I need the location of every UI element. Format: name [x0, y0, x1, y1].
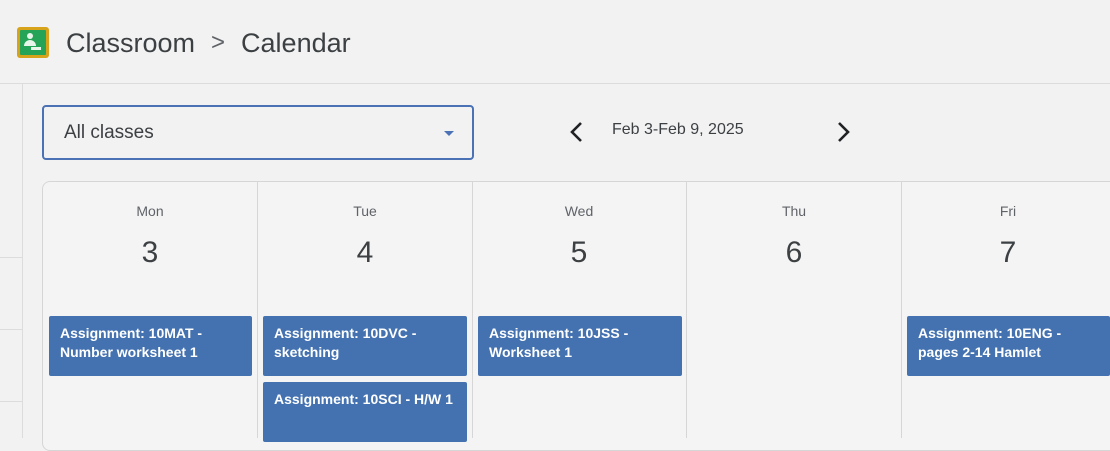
- day-date-thu[interactable]: 6: [764, 236, 824, 270]
- breadcrumb-root[interactable]: Classroom: [66, 28, 195, 59]
- day-date-wed[interactable]: 5: [549, 236, 609, 270]
- classroom-teacher-body: [24, 40, 36, 46]
- calendar-event[interactable]: Assignment: 10SCI - H/W 1: [263, 382, 467, 442]
- day-column-divider: [472, 181, 473, 438]
- day-column-divider: [257, 181, 258, 438]
- side-rail-divider: [0, 401, 22, 402]
- previous-week-button[interactable]: [562, 116, 592, 148]
- side-rail-divider: [22, 84, 23, 438]
- breadcrumb: Classroom > Calendar: [66, 24, 351, 62]
- class-filter-select[interactable]: All classes: [42, 105, 474, 160]
- day-name-wed: Wed: [564, 203, 594, 219]
- classroom-board-ledge: [31, 47, 41, 50]
- chevron-right-icon: [838, 122, 850, 142]
- calendar-event[interactable]: Assignment: 10MAT - Number worksheet 1: [49, 316, 252, 376]
- chevron-left-icon: [570, 122, 582, 142]
- next-week-button[interactable]: [828, 116, 858, 148]
- day-date-fri[interactable]: 7: [978, 236, 1038, 270]
- calendar-event[interactable]: Assignment: 10ENG - pages 2-14 Hamlet: [907, 316, 1110, 376]
- day-column-divider: [686, 181, 687, 438]
- day-date-mon[interactable]: 3: [120, 236, 180, 270]
- day-name-mon: Mon: [136, 203, 164, 219]
- breadcrumb-current: Calendar: [241, 27, 351, 58]
- calendar-event[interactable]: Assignment: 10DVC - sketching: [263, 316, 467, 376]
- day-name-thu: Thu: [781, 203, 807, 219]
- calendar-event[interactable]: Assignment: 10JSS - Worksheet 1: [478, 316, 682, 376]
- class-filter-value: All classes: [64, 122, 154, 143]
- breadcrumb-separator: >: [211, 29, 226, 56]
- day-name-fri: Fri: [999, 203, 1017, 219]
- dropdown-arrow-icon: [444, 131, 454, 136]
- classroom-teacher-head: [27, 33, 33, 39]
- date-range-label: Feb 3-Feb 9, 2025: [612, 121, 744, 138]
- day-name-tue: Tue: [353, 203, 377, 219]
- day-date-tue[interactable]: 4: [335, 236, 395, 270]
- side-rail-divider: [0, 329, 22, 330]
- day-column-divider: [901, 181, 902, 438]
- google-classroom-icon[interactable]: [17, 27, 49, 58]
- side-rail-divider: [0, 257, 22, 258]
- app-header: Classroom > Calendar: [0, 0, 1110, 84]
